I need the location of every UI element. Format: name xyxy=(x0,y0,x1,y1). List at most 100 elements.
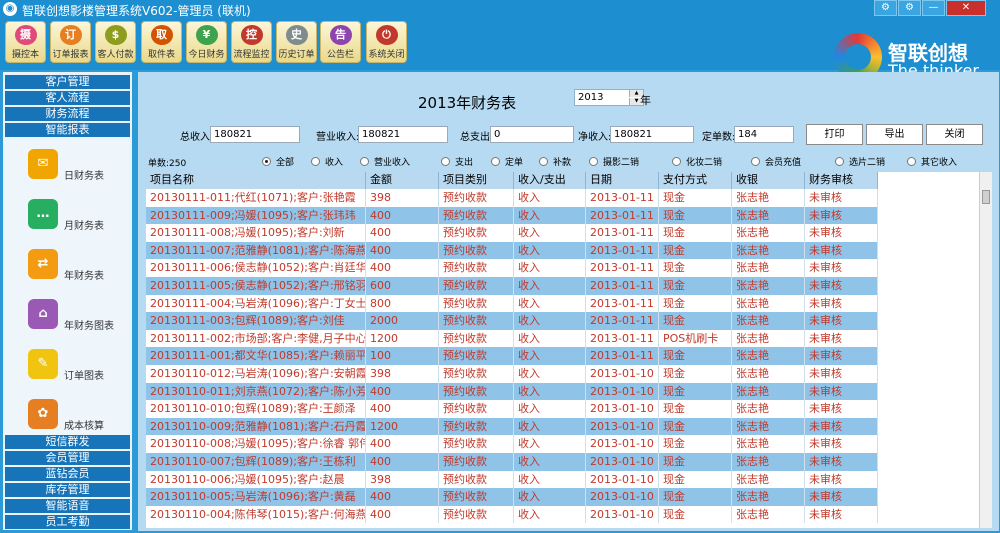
filter-radio[interactable]: 选片二销 xyxy=(835,155,885,168)
sidebar-report-label: 成本核算 xyxy=(64,421,104,432)
table-cell: 张志艳 xyxy=(732,294,805,313)
filter-radio[interactable]: 化妆二销 xyxy=(672,155,722,168)
table-cell: 现金 xyxy=(659,259,732,277)
table-cell: 20130111-007;范雅静(1081);客户:陈海燕 xyxy=(146,241,366,260)
toolbar-button-1[interactable]: 摄摄控本 xyxy=(5,21,46,63)
column-header[interactable]: 日期 xyxy=(586,172,659,189)
power-icon: ⏻ xyxy=(375,25,398,45)
puzzle-icon: ✿ xyxy=(28,399,58,429)
pickup-icon: 取 xyxy=(150,25,173,45)
minimize-icon[interactable]: — xyxy=(922,0,945,16)
table-cell: 收入 xyxy=(514,347,586,365)
table-cell: 预约收款 xyxy=(439,470,514,489)
filter-radio[interactable]: 定单 xyxy=(491,155,523,168)
table-cell: 2013-01-11 xyxy=(586,224,659,242)
table-cell: 400 xyxy=(366,488,439,506)
table-cell: 未审核 xyxy=(805,453,878,471)
print-button[interactable]: 打印 xyxy=(806,124,863,145)
radio-dot-icon xyxy=(907,157,916,166)
column-header[interactable]: 金额 xyxy=(366,172,439,189)
table-cell: 现金 xyxy=(659,189,732,207)
filter-radio-label: 摄影二销 xyxy=(603,158,640,168)
sidebar-nav-item[interactable]: 客人流程 xyxy=(5,91,130,105)
table-cell: 收入 xyxy=(514,470,586,489)
table-cell: 张志艳 xyxy=(732,382,805,401)
sidebar-nav-item[interactable]: 智能报表 xyxy=(5,123,130,137)
table-cell: 张志艳 xyxy=(732,417,805,436)
table-cell: 20130111-009;冯媛(1095);客户:张玮玮 xyxy=(146,206,366,225)
toolbar-button-6[interactable]: 控流程监控 xyxy=(231,21,272,63)
column-header[interactable]: 收入/支出 xyxy=(514,172,586,189)
filter-radio[interactable]: 收入 xyxy=(311,155,343,168)
table-cell: 现金 xyxy=(659,382,732,401)
sidebar-nav-item[interactable]: 员工考勤 xyxy=(5,515,130,529)
column-header[interactable]: 收银 xyxy=(732,172,805,189)
sidebar-report-item[interactable]: ⌂ 年财务图表 xyxy=(28,299,138,339)
envelope-icon: ✉ xyxy=(28,149,58,179)
toolbar-button-label: 公告栏 xyxy=(326,50,354,60)
column-header[interactable]: 支付方式 xyxy=(659,172,732,189)
deposit-count-field: 184 xyxy=(734,126,794,143)
table-cell: 2000 xyxy=(366,312,439,330)
filter-radio[interactable]: 摄影二销 xyxy=(589,155,639,168)
table-cell: 预约收款 xyxy=(439,417,514,436)
sidebar-report-label: 年财务表 xyxy=(64,271,104,282)
sidebar-nav-item[interactable]: 库存管理 xyxy=(5,483,130,497)
column-header[interactable]: 项目类别 xyxy=(439,172,514,189)
table-cell: 未审核 xyxy=(805,365,878,383)
radio-dot-icon xyxy=(835,157,844,166)
house-icon: ⌂ xyxy=(28,299,58,329)
deposit-count-label: 定单数: xyxy=(702,132,736,143)
toolbar-button-3[interactable]: $ 客人付款 xyxy=(95,21,136,63)
sidebar-nav-item[interactable]: 客户管理 xyxy=(5,75,130,89)
sidebar-report-item[interactable]: ⇄ 年财务表 xyxy=(28,249,138,289)
toolbar-button-4[interactable]: 取取件表 xyxy=(141,21,182,63)
filter-radio[interactable]: 支出 xyxy=(441,155,473,168)
filter-radio[interactable]: 全部 xyxy=(262,155,294,168)
table-cell: POS机刷卡 xyxy=(659,329,732,348)
gear-icon[interactable]: ⚙ xyxy=(898,0,921,16)
table-cell: 未审核 xyxy=(805,417,878,436)
table-cell: 收入 xyxy=(514,206,586,225)
table-cell: 未审核 xyxy=(805,382,878,401)
title-bar: ◉ 智联创想影楼管理系统V602-管理员 (联机) ⚙ ⚙ — ✕ xyxy=(0,0,1000,18)
sidebar-report-item[interactable]: ✎ 订单图表 xyxy=(28,349,138,389)
toolbar-button-8[interactable]: 告公告栏 xyxy=(320,21,361,63)
sidebar-report-item[interactable]: ✉ 日财务表 xyxy=(28,149,138,189)
year-stepper[interactable]: 2013 ▲ ▼ xyxy=(574,89,644,106)
sidebar-nav-item[interactable]: 财务流程 xyxy=(5,107,130,121)
sidebar-report-item[interactable]: ✿ 成本核算 xyxy=(28,399,138,439)
table-cell: 400 xyxy=(366,453,439,471)
settings-icon[interactable]: ⚙ xyxy=(874,0,897,16)
toolbar-button-label: 摄控本 xyxy=(11,50,39,60)
radio-dot-icon xyxy=(539,157,548,166)
filter-radio[interactable]: 其它收入 xyxy=(907,155,957,168)
export-button[interactable]: 导出 xyxy=(866,124,923,145)
filter-radio[interactable]: 会员充值 xyxy=(751,155,801,168)
filter-radio[interactable]: 营业收入 xyxy=(360,155,410,168)
column-header[interactable]: 财务审核 xyxy=(805,172,878,189)
sidebar-nav-item[interactable]: 短信群发 xyxy=(5,435,130,449)
sidebar-report-item[interactable]: … 月财务表 xyxy=(28,199,138,239)
finance-table: 项目名称 金额 项目类别 收入/支出 日期 支付方式 收银 财务审核 20130111-011… xyxy=(146,172,992,528)
sidebar-nav-item[interactable]: 蓝钻会员 xyxy=(5,467,130,481)
sidebar-nav-item[interactable]: 智能语音 xyxy=(5,499,130,513)
column-header[interactable]: 项目名称 xyxy=(146,172,366,189)
close-button[interactable]: 关闭 xyxy=(926,124,983,145)
history-icon: 史 xyxy=(285,25,308,45)
table-cell: 收入 xyxy=(514,312,586,330)
filter-radio[interactable]: 补款 xyxy=(539,155,571,168)
sidebar-nav-item[interactable]: 会员管理 xyxy=(5,451,130,465)
table-cell: 预约收款 xyxy=(439,259,514,277)
vertical-scrollbar[interactable] xyxy=(979,172,992,528)
toolbar-button-5[interactable]: ¥ 今日财务 xyxy=(186,21,227,63)
toolbar-button-9[interactable]: ⏻ 系统关闭 xyxy=(366,21,407,63)
toolbar-button-label: 今日财务 xyxy=(188,50,225,60)
close-icon[interactable]: ✕ xyxy=(946,0,986,16)
toolbar-button-7[interactable]: 史历史订单 xyxy=(276,21,317,63)
scrollbar-thumb[interactable] xyxy=(982,190,990,204)
table-cell: 20130111-001;都文华(1085);客户:赖丽平 xyxy=(146,347,366,365)
table-cell: 20130110-005;马岩涛(1096);客户:黄磊 xyxy=(146,488,366,506)
table-cell: 现金 xyxy=(659,241,732,260)
toolbar-button-2[interactable]: 订订单报表 xyxy=(50,21,91,63)
